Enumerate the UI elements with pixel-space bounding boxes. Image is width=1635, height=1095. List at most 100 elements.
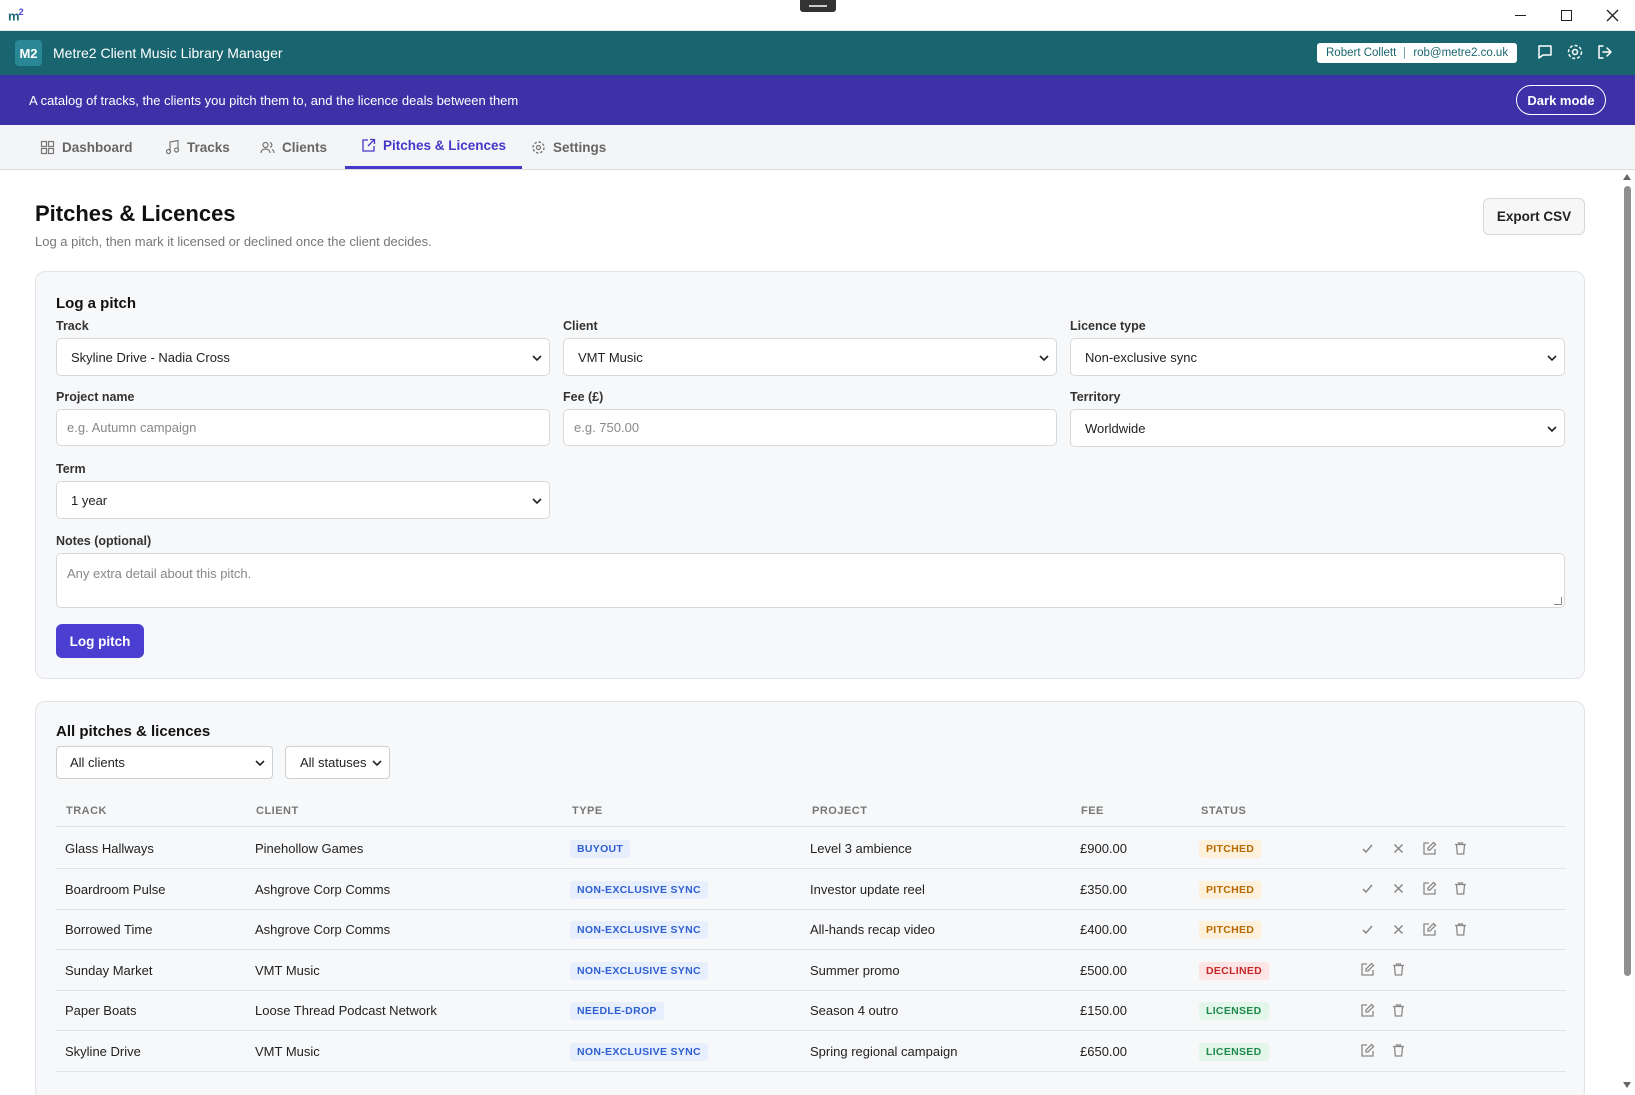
trash-icon [1454,922,1466,936]
page-scrollbar[interactable] [1620,170,1635,1095]
row-divider [56,1070,1566,1072]
status-filter-select[interactable]: All statuses [285,746,390,779]
project-name-label: Project name [56,390,135,404]
window-drag-handle[interactable] [800,0,836,12]
client-cell: Ashgrove Corp Comms [255,881,391,897]
client-select[interactable]: VMT Music [563,338,1057,376]
status-badge: LICENSED [1199,1002,1269,1020]
log-pitch-button[interactable]: Log pitch [56,624,144,658]
tab-label: Tracks [187,140,230,155]
tab-label: Pitches & Licences [383,138,507,153]
project-cell: Level 3 ambience [810,841,912,856]
client-cell: VMT Music [255,962,320,978]
gear-icon [1567,44,1583,60]
edit-button[interactable] [1420,880,1438,898]
client-filter-select[interactable]: All clients [56,746,273,779]
chevron-down-icon [1547,355,1557,362]
territory-value: Worldwide [1085,420,1146,436]
user-name: Robert Collett [1326,47,1397,59]
tab-dashboard[interactable]: Dashboard [40,125,133,170]
licence-type-select[interactable]: Non-exclusive sync [1070,338,1565,376]
column-header-type[interactable]: TYPE [572,805,603,817]
track-cell: Sunday Market [65,962,153,978]
notes-textarea[interactable]: Any extra detail about this pitch. [56,553,1565,608]
term-select[interactable]: 1 year [56,481,550,519]
decline-button[interactable] [1389,880,1407,898]
type-badge: NON-EXCLUSIVE SYNC [570,921,708,939]
logout-icon [1598,45,1612,59]
user-separator [1404,47,1406,59]
edit-button[interactable] [1358,1001,1376,1019]
x-icon [1393,883,1403,894]
approve-button[interactable] [1358,839,1376,857]
type-badge: NEEDLE-DROP [570,1002,664,1020]
minimize-icon [1514,15,1526,16]
share-icon [362,138,376,152]
column-header-client[interactable]: CLIENT [256,805,299,817]
decline-button[interactable] [1389,839,1407,857]
minimize-button[interactable] [1497,0,1543,31]
window-titlebar: m2 [0,0,1635,31]
delete-button[interactable] [1451,880,1469,898]
user-pill[interactable]: Robert Collett rob@metre2.co.uk [1317,43,1518,63]
project-name-input[interactable]: e.g. Autumn campaign [56,409,550,446]
decline-button[interactable] [1389,920,1407,938]
music-note-icon [165,140,180,155]
app-logo: m2 [8,7,24,24]
fee-label: Fee (£) [563,390,604,404]
tab-pitches-licences[interactable]: Pitches & Licences [345,125,523,169]
column-header-track[interactable]: TRACK [66,805,107,817]
column-header-fee[interactable]: FEE [1081,805,1104,817]
chevron-down-icon [532,498,542,505]
delete-button[interactable] [1389,1001,1407,1019]
column-header-project[interactable]: PROJECT [812,805,867,817]
edit-button[interactable] [1420,920,1438,938]
delete-button[interactable] [1389,961,1407,979]
territory-label: Territory [1070,390,1121,404]
licence-type-label: Licence type [1070,319,1146,333]
maximize-button[interactable] [1543,0,1589,31]
logout-button[interactable] [1596,43,1616,63]
client-cell: Ashgrove Corp Comms [255,922,391,937]
close-window-button[interactable] [1589,0,1635,31]
tab-label: Dashboard [62,140,133,155]
edit-button[interactable] [1358,1042,1376,1060]
approve-button[interactable] [1358,920,1376,938]
check-icon [1361,925,1373,934]
resize-handle-icon[interactable] [1554,597,1562,605]
messages-button[interactable] [1536,43,1556,63]
edit-button[interactable] [1420,839,1438,857]
table-row: Borrowed Time Ashgrove Corp Comms NON-EXCL… [36,908,1586,950]
delete-button[interactable] [1451,920,1469,938]
tab-clients[interactable]: Clients [260,125,327,170]
fee-input[interactable]: e.g. 750.00 [563,409,1057,446]
log-pitch-card: Log a pitch Track Skyline Drive - Nadia … [35,271,1585,679]
tab-settings[interactable]: Settings [531,125,606,170]
delete-button[interactable] [1451,839,1469,857]
territory-select[interactable]: Worldwide [1070,409,1565,447]
maximize-icon [1560,10,1572,21]
edit-icon [1360,1003,1374,1017]
app-header: M2 Metre2 Client Music Library Manager R… [0,31,1635,75]
export-csv-button[interactable]: Export CSV [1483,198,1585,235]
track-select[interactable]: Skyline Drive - Nadia Cross [56,338,550,376]
notes-placeholder: Any extra detail about this pitch. [67,566,252,581]
column-header-status[interactable]: STATUS [1201,805,1246,817]
scroll-up-arrow-icon[interactable] [1623,174,1631,180]
track-cell: Paper Boats [65,1003,137,1018]
scroll-down-arrow-icon[interactable] [1623,1082,1631,1088]
table-row: Skyline Drive VMT Music NON-EXCLUSIVE SYNC… [36,1030,1586,1072]
tab-tracks[interactable]: Tracks [165,125,230,170]
approve-button[interactable] [1358,880,1376,898]
close-icon [1606,9,1618,22]
edit-button[interactable] [1358,961,1376,979]
delete-button[interactable] [1389,1042,1407,1060]
project-cell: Season 4 outro [810,1003,899,1018]
client-select-value: VMT Music [578,349,643,365]
project-cell: Spring regional campaign [810,1043,958,1059]
dark-mode-button[interactable]: Dark mode [1516,85,1606,115]
scrollbar-thumb[interactable] [1624,186,1631,976]
trash-icon [1454,882,1466,895]
banner-text: A catalog of tracks, the clients you pit… [29,93,519,108]
settings-button[interactable] [1566,43,1586,63]
